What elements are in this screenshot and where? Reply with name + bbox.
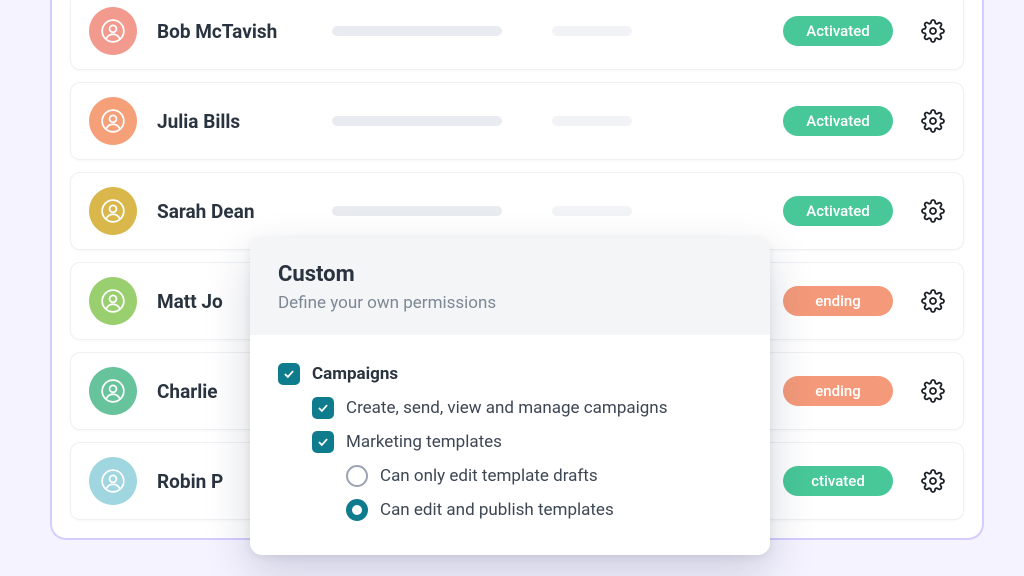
- status-badge: Activated: [783, 196, 893, 226]
- user-icon: [100, 198, 126, 224]
- placeholder-group: [332, 26, 783, 36]
- placeholder-bar: [552, 206, 632, 216]
- permission-label: Marketing templates: [346, 432, 502, 452]
- user-icon: [100, 288, 126, 314]
- permissions-popover: Custom Define your own permissions Campa…: [250, 238, 770, 555]
- status-badge: ending: [783, 376, 893, 406]
- checkbox-checked-icon[interactable]: [312, 431, 334, 453]
- permission-label: Create, send, view and manage campaigns: [346, 398, 667, 418]
- avatar: [89, 187, 137, 235]
- user-row: Julia Bills Activated: [70, 82, 964, 160]
- popover-subtitle: Define your own permissions: [278, 293, 742, 313]
- popover-title: Custom: [278, 262, 742, 287]
- permission-label: Can edit and publish templates: [380, 500, 614, 520]
- gear-icon[interactable]: [921, 289, 945, 313]
- status-badge: ctivated: [783, 466, 893, 496]
- user-name: Bob McTavish: [157, 20, 332, 43]
- placeholder-bar: [332, 116, 502, 126]
- checkbox-checked-icon[interactable]: [278, 363, 300, 385]
- gear-icon[interactable]: [921, 469, 945, 493]
- status-badge: ending: [783, 286, 893, 316]
- permission-edit-drafts[interactable]: Can only edit template drafts: [278, 459, 742, 493]
- user-icon: [100, 18, 126, 44]
- placeholder-bar: [552, 116, 632, 126]
- permission-label: Can only edit template drafts: [380, 466, 598, 486]
- permission-label: Campaigns: [312, 364, 398, 384]
- status-badge: Activated: [783, 16, 893, 46]
- permission-marketing-templates[interactable]: Marketing templates: [278, 425, 742, 459]
- avatar: [89, 7, 137, 55]
- user-name: Sarah Dean: [157, 200, 332, 223]
- popover-body: Campaigns Create, send, view and manage …: [250, 335, 770, 555]
- avatar: [89, 277, 137, 325]
- placeholder-bar: [332, 26, 502, 36]
- user-icon: [100, 468, 126, 494]
- avatar: [89, 97, 137, 145]
- gear-icon[interactable]: [921, 109, 945, 133]
- radio-selected-icon[interactable]: [346, 499, 368, 521]
- gear-icon[interactable]: [921, 19, 945, 43]
- radio-unselected-icon[interactable]: [346, 465, 368, 487]
- avatar: [89, 367, 137, 415]
- gear-icon[interactable]: [921, 199, 945, 223]
- checkbox-checked-icon[interactable]: [312, 397, 334, 419]
- permission-create-campaigns[interactable]: Create, send, view and manage campaigns: [278, 391, 742, 425]
- user-row: Bob McTavish Activated: [70, 0, 964, 70]
- placeholder-group: [332, 116, 783, 126]
- placeholder-bar: [552, 26, 632, 36]
- permission-edit-publish[interactable]: Can edit and publish templates: [278, 493, 742, 527]
- popover-header: Custom Define your own permissions: [250, 238, 770, 335]
- gear-icon[interactable]: [921, 379, 945, 403]
- permission-campaigns[interactable]: Campaigns: [278, 357, 742, 391]
- status-badge: Activated: [783, 106, 893, 136]
- placeholder-group: [332, 206, 783, 216]
- user-icon: [100, 108, 126, 134]
- user-name: Julia Bills: [157, 110, 332, 133]
- user-icon: [100, 378, 126, 404]
- placeholder-bar: [332, 206, 502, 216]
- avatar: [89, 457, 137, 505]
